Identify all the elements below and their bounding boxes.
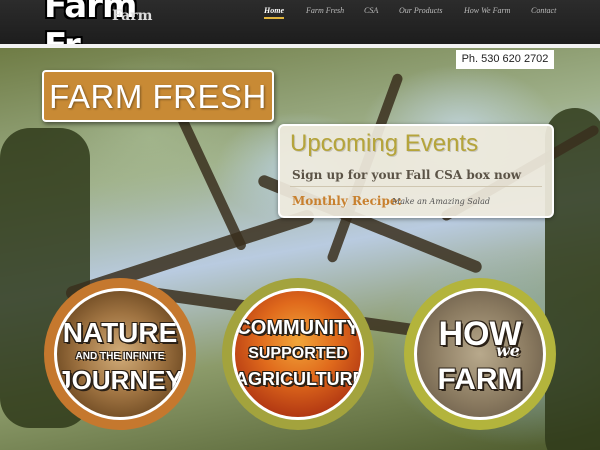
upcoming-events-panel: Upcoming Events Sign up for your Fall CS…: [278, 124, 554, 218]
nature-journey-image: NATURE AND THE INFINITE JOURNEY: [54, 288, 186, 420]
circle-line: COMMUNITY: [236, 317, 360, 339]
nav-farm-fresh[interactable]: Farm Fresh: [306, 6, 344, 15]
circle-line: FARM: [437, 363, 523, 396]
farm-fresh-banner[interactable]: FARM FRESH: [42, 70, 274, 122]
nav-csa[interactable]: CSA: [364, 6, 378, 15]
circle-line: JOURNEY: [57, 365, 183, 395]
how-we-farm-image: HOW we FARM: [414, 288, 546, 420]
nav-how-we-farm[interactable]: How We Farm: [464, 6, 510, 15]
events-title: Upcoming Events: [290, 130, 479, 157]
monthly-recipe-label: Monthly Recipe:: [292, 194, 402, 208]
banner-title: FARM FRESH: [49, 78, 267, 115]
csa-image: COMMUNITY SUPPORTED AGRICULTURE: [232, 288, 364, 420]
circle-line: NATURE: [62, 317, 178, 348]
circle-line: we: [496, 341, 520, 360]
hero-section: Ph. 530 620 2702 FARM FRESH Upcoming Eve…: [0, 48, 600, 450]
nature-journey-circle[interactable]: NATURE AND THE INFINITE JOURNEY: [44, 278, 196, 430]
circle-line: AND THE INFINITE: [75, 351, 165, 362]
how-we-farm-circle[interactable]: HOW we FARM: [404, 278, 556, 430]
nav-our-products[interactable]: Our Products: [399, 6, 442, 15]
nav-home[interactable]: Home: [264, 6, 284, 19]
circle-line: AGRICULTURE: [235, 369, 364, 389]
nav-contact[interactable]: Contact: [531, 6, 556, 15]
phone-number: Ph. 530 620 2702: [456, 50, 554, 69]
csa-circle[interactable]: COMMUNITY SUPPORTED AGRICULTURE: [222, 278, 374, 430]
site-logo[interactable]: Farm Fr Farm: [44, 0, 162, 66]
events-divider: [290, 186, 542, 187]
site-header: Farm Fr Farm Home Farm Fresh CSA Our Pro…: [0, 0, 600, 66]
circle-line: SUPPORTED: [248, 345, 348, 362]
monthly-recipe-link[interactable]: Make an Amazing Salad: [392, 197, 490, 206]
logo-subtitle: Farm: [112, 8, 153, 24]
csa-signup-link[interactable]: Sign up for your Fall CSA box now: [292, 168, 521, 182]
